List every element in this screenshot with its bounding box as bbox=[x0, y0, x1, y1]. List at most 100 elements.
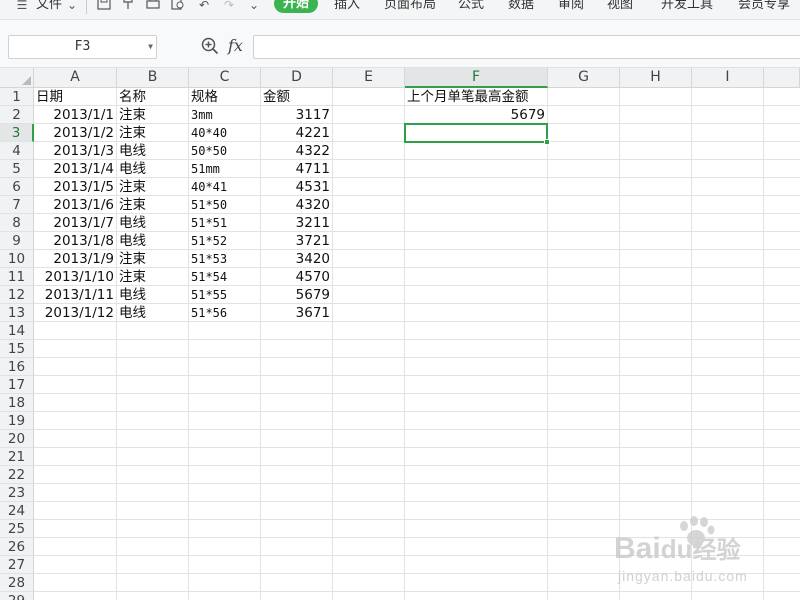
cell-d3[interactable]: 4221 bbox=[261, 124, 332, 142]
row-header-15[interactable]: 15 bbox=[0, 340, 34, 358]
row-header-16[interactable]: 16 bbox=[0, 358, 34, 376]
row-header-13[interactable]: 13 bbox=[0, 304, 34, 322]
row-header-8[interactable]: 8 bbox=[0, 214, 34, 232]
cell-f2[interactable]: 5679 bbox=[405, 106, 547, 124]
row-header-4[interactable]: 4 bbox=[0, 142, 34, 160]
cell-c5[interactable]: 51mm bbox=[189, 160, 260, 178]
cell-d2[interactable]: 3117 bbox=[261, 106, 332, 124]
cell-b2[interactable]: 注束 bbox=[117, 106, 188, 124]
undo-icon[interactable]: ↶ bbox=[196, 0, 212, 12]
active-cell-f3[interactable] bbox=[404, 123, 550, 145]
row-header-10[interactable]: 10 bbox=[0, 250, 34, 268]
cell-d1[interactable]: 金额 bbox=[261, 88, 332, 106]
cell-b9[interactable]: 电线 bbox=[117, 232, 188, 250]
cell-c12[interactable]: 51*55 bbox=[189, 286, 260, 304]
row-header-23[interactable]: 23 bbox=[0, 484, 34, 502]
fill-handle[interactable] bbox=[544, 139, 550, 145]
column-header-a[interactable]: A bbox=[34, 68, 117, 88]
row-header-24[interactable]: 24 bbox=[0, 502, 34, 520]
cell-c6[interactable]: 40*41 bbox=[189, 178, 260, 196]
format-painter-icon[interactable] bbox=[120, 0, 136, 12]
row-header-9[interactable]: 9 bbox=[0, 232, 34, 250]
file-menu[interactable]: 文件 bbox=[36, 0, 62, 14]
row-header-14[interactable]: 14 bbox=[0, 322, 34, 340]
cell-a9[interactable]: 2013/1/8 bbox=[34, 232, 116, 250]
zoom-formula-icon[interactable] bbox=[201, 37, 219, 55]
tab-insert[interactable]: 插入 bbox=[334, 0, 360, 14]
cell-b1[interactable]: 名称 bbox=[117, 88, 188, 106]
row-header-3[interactable]: 3 bbox=[0, 124, 34, 142]
cell-b3[interactable]: 注束 bbox=[117, 124, 188, 142]
column-header-i[interactable]: I bbox=[692, 68, 764, 88]
cell-c2[interactable]: 3mm bbox=[189, 106, 260, 124]
row-header-17[interactable]: 17 bbox=[0, 376, 34, 394]
cell-a5[interactable]: 2013/1/4 bbox=[34, 160, 116, 178]
cell-b7[interactable]: 注束 bbox=[117, 196, 188, 214]
row-header-11[interactable]: 11 bbox=[0, 268, 34, 286]
row-header-22[interactable]: 22 bbox=[0, 466, 34, 484]
row-header-27[interactable]: 27 bbox=[0, 556, 34, 574]
row-header-5[interactable]: 5 bbox=[0, 160, 34, 178]
cell-a10[interactable]: 2013/1/9 bbox=[34, 250, 116, 268]
cell-c13[interactable]: 51*56 bbox=[189, 304, 260, 322]
name-box-dropdown-icon[interactable]: ▼ bbox=[148, 36, 153, 58]
row-header-2[interactable]: 2 bbox=[0, 106, 34, 124]
cell-a13[interactable]: 2013/1/12 bbox=[34, 304, 116, 322]
row-header-12[interactable]: 12 bbox=[0, 286, 34, 304]
print-preview-icon[interactable] bbox=[170, 0, 186, 12]
cell-a8[interactable]: 2013/1/7 bbox=[34, 214, 116, 232]
cell-a12[interactable]: 2013/1/11 bbox=[34, 286, 116, 304]
cell-d6[interactable]: 4531 bbox=[261, 178, 332, 196]
column-header-c[interactable]: C bbox=[189, 68, 261, 88]
cell-c11[interactable]: 51*54 bbox=[189, 268, 260, 286]
cell-d7[interactable]: 4320 bbox=[261, 196, 332, 214]
row-header-1[interactable]: 1 bbox=[0, 88, 34, 106]
more-quick-access-icon[interactable]: ⌄ bbox=[246, 0, 262, 12]
chevron-down-icon[interactable]: ⌄ bbox=[64, 0, 80, 12]
column-header-j[interactable] bbox=[764, 68, 800, 88]
row-header-28[interactable]: 28 bbox=[0, 574, 34, 592]
cell-b12[interactable]: 电线 bbox=[117, 286, 188, 304]
cell-c1[interactable]: 规格 bbox=[189, 88, 260, 106]
cell-b4[interactable]: 电线 bbox=[117, 142, 188, 160]
row-header-6[interactable]: 6 bbox=[0, 178, 34, 196]
cell-d13[interactable]: 3671 bbox=[261, 304, 332, 322]
select-all-corner[interactable] bbox=[0, 68, 34, 88]
row-header-20[interactable]: 20 bbox=[0, 430, 34, 448]
cell-a7[interactable]: 2013/1/6 bbox=[34, 196, 116, 214]
tab-member[interactable]: 会员专享 bbox=[738, 0, 790, 14]
cell-a4[interactable]: 2013/1/3 bbox=[34, 142, 116, 160]
cell-a6[interactable]: 2013/1/5 bbox=[34, 178, 116, 196]
tab-home[interactable]: 开始 bbox=[274, 0, 318, 13]
cell-d12[interactable]: 5679 bbox=[261, 286, 332, 304]
cell-c4[interactable]: 50*50 bbox=[189, 142, 260, 160]
row-header-21[interactable]: 21 bbox=[0, 448, 34, 466]
cell-c8[interactable]: 51*51 bbox=[189, 214, 260, 232]
cell-b10[interactable]: 注束 bbox=[117, 250, 188, 268]
name-box[interactable]: F3 ▼ bbox=[8, 35, 157, 59]
cell-c10[interactable]: 51*53 bbox=[189, 250, 260, 268]
row-header-26[interactable]: 26 bbox=[0, 538, 34, 556]
cell-d9[interactable]: 3721 bbox=[261, 232, 332, 250]
row-header-29[interactable]: 29 bbox=[0, 592, 34, 600]
cell-a11[interactable]: 2013/1/10 bbox=[34, 268, 116, 286]
cell-b5[interactable]: 电线 bbox=[117, 160, 188, 178]
cell-b8[interactable]: 电线 bbox=[117, 214, 188, 232]
cell-b6[interactable]: 注束 bbox=[117, 178, 188, 196]
cell-b11[interactable]: 注束 bbox=[117, 268, 188, 286]
column-header-d[interactable]: D bbox=[261, 68, 333, 88]
cell-a2[interactable]: 2013/1/1 bbox=[34, 106, 116, 124]
row-header-25[interactable]: 25 bbox=[0, 520, 34, 538]
cell-b13[interactable]: 电线 bbox=[117, 304, 188, 322]
cell-d8[interactable]: 3211 bbox=[261, 214, 332, 232]
tab-page-layout[interactable]: 页面布局 bbox=[384, 0, 436, 14]
cell-c9[interactable]: 51*52 bbox=[189, 232, 260, 250]
formula-input[interactable] bbox=[253, 35, 800, 59]
tab-formulas[interactable]: 公式 bbox=[458, 0, 484, 14]
column-header-b[interactable]: B bbox=[117, 68, 189, 88]
save-icon[interactable] bbox=[96, 0, 112, 12]
cell-f1[interactable]: 上个月单笔最高金额 bbox=[405, 88, 547, 106]
tab-view[interactable]: 视图 bbox=[607, 0, 633, 14]
column-header-h[interactable]: H bbox=[620, 68, 692, 88]
column-header-g[interactable]: G bbox=[548, 68, 620, 88]
